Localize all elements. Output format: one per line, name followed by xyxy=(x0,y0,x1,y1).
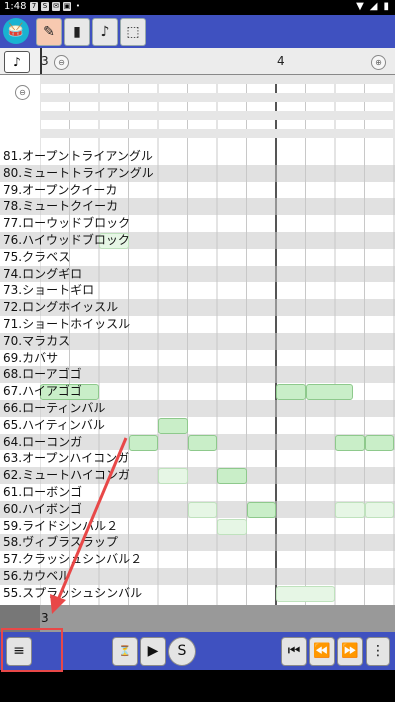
annotation-arrow xyxy=(50,437,128,614)
highlight-box xyxy=(1,628,63,672)
